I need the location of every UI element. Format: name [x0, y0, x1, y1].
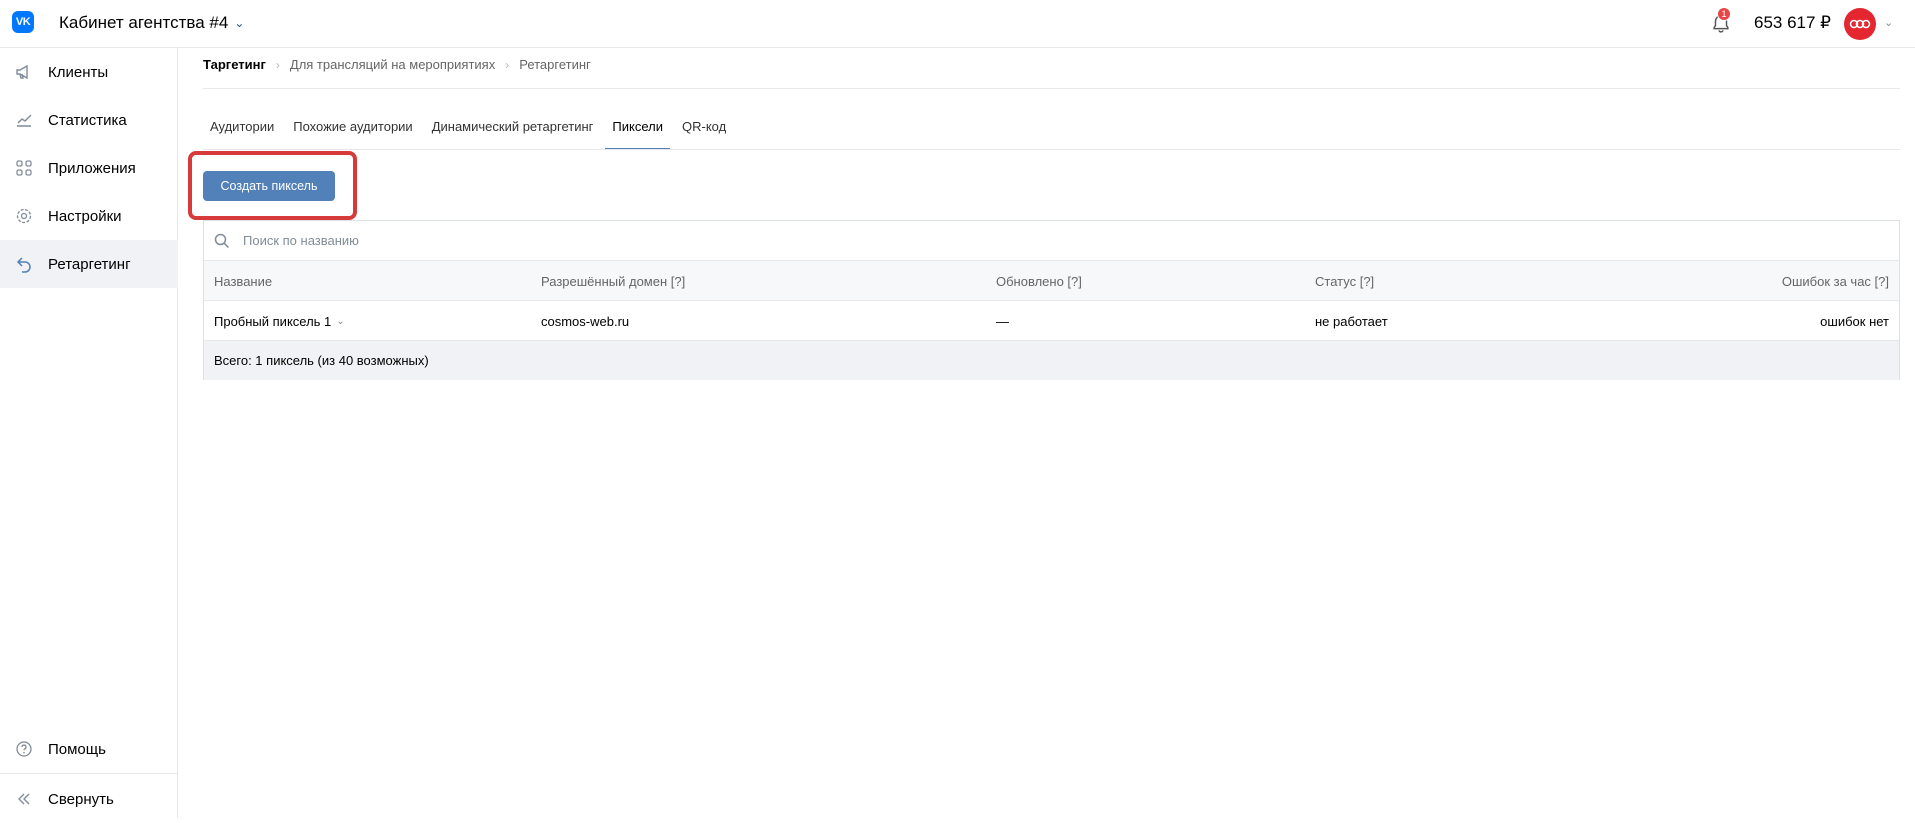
avatar-logo-icon	[1849, 19, 1871, 29]
tab-dynamic-retargeting[interactable]: Динамический ретаргетинг	[425, 115, 601, 150]
tab-qr-code[interactable]: QR-код	[675, 115, 733, 150]
pixel-updated: —	[996, 313, 1009, 329]
chart-line-icon	[14, 110, 34, 130]
double-chevron-left-icon	[14, 789, 34, 809]
help-circle-icon	[14, 739, 34, 759]
sidebar-item-label: Помощь	[48, 740, 106, 758]
sidebar-item-label: Приложения	[48, 159, 136, 177]
apps-grid-icon	[14, 158, 34, 178]
sidebar-item-label: Ретаргетинг	[48, 255, 131, 273]
tab-bar: Аудитории Похожие аудитории Динамический…	[203, 115, 738, 150]
breadcrumb: Таргетинг › Для трансляций на мероприяти…	[203, 57, 591, 72]
sidebar-collapse-button[interactable]: Свернуть	[0, 775, 178, 823]
pixels-table: Название Разрешённый домен [?] Обновлено…	[203, 220, 1900, 380]
sidebar-item-apps[interactable]: Приложения	[0, 144, 178, 192]
pixel-domain: cosmos-web.ru	[541, 313, 630, 329]
pixel-name-dropdown[interactable]: Пробный пиксель 1 ⌄	[214, 301, 345, 341]
sidebar-item-label: Статистика	[48, 111, 127, 129]
breadcrumb-item[interactable]: Ретаргетинг	[519, 57, 591, 72]
chevron-down-icon: ⌄	[336, 315, 345, 327]
tabs-divider	[203, 149, 1900, 150]
sidebar-divider	[0, 773, 178, 774]
chevron-right-icon: ›	[275, 57, 280, 72]
column-header-errors[interactable]: Ошибок за час [?]	[1782, 261, 1889, 301]
sidebar-item-retargeting[interactable]: Ретаргетинг	[0, 240, 178, 288]
create-pixel-button[interactable]: Создать пиксель	[203, 171, 335, 201]
chevron-right-icon: ›	[505, 57, 510, 72]
table-footer: Всего: 1 пиксель (из 40 возможных)	[204, 341, 1899, 380]
gear-icon	[14, 206, 34, 226]
search-icon	[214, 233, 230, 248]
pixel-name: Пробный пиксель 1	[214, 313, 332, 329]
retarget-arrow-icon	[14, 254, 34, 274]
column-header-name: Название	[214, 273, 273, 289]
cabinet-title: Кабинет агентства #4	[59, 13, 229, 32]
tab-audiences[interactable]: Аудитории	[203, 115, 281, 150]
search-input[interactable]	[243, 233, 843, 248]
megaphone-icon	[14, 62, 34, 82]
sidebar-item-help[interactable]: Помощь	[0, 725, 178, 773]
table-row[interactable]: Пробный пиксель 1 ⌄ cosmos-web.ru — не р…	[204, 301, 1899, 341]
cabinet-switcher[interactable]: Кабинет агентства #4 ⌄	[59, 13, 244, 33]
tab-lookalike[interactable]: Похожие аудитории	[286, 115, 419, 150]
sidebar-item-settings[interactable]: Настройки	[0, 192, 178, 240]
vk-logo-icon[interactable]: VK	[12, 11, 34, 33]
sidebar: Клиенты Статистика Приложения Настройки …	[0, 48, 178, 818]
sidebar-item-label: Настройки	[48, 207, 122, 225]
breadcrumb-item[interactable]: Для трансляций на мероприятиях	[290, 57, 495, 72]
search-row	[204, 221, 1899, 261]
sidebar-item-label: Свернуть	[48, 790, 114, 808]
column-header-updated[interactable]: Обновлено [?]	[996, 261, 1082, 301]
sidebar-item-clients[interactable]: Клиенты	[0, 48, 178, 96]
pixel-errors: ошибок нет	[1820, 313, 1889, 329]
sidebar-item-statistics[interactable]: Статистика	[0, 96, 178, 144]
table-header: Название Разрешённый домен [?] Обновлено…	[204, 261, 1899, 301]
tab-pixels[interactable]: Пиксели	[605, 115, 670, 150]
top-bar: VK Кабинет агентства #4 ⌄ 1 653 617 ₽ ⌄	[0, 0, 1915, 48]
pixel-status: не работает	[1315, 313, 1388, 329]
account-menu-chevron-icon[interactable]: ⌄	[1884, 16, 1893, 29]
column-header-domain[interactable]: Разрешённый домен [?]	[541, 261, 685, 301]
sidebar-item-label: Клиенты	[48, 63, 109, 81]
breadcrumb-item[interactable]: Таргетинг	[203, 57, 266, 72]
column-header-status[interactable]: Статус [?]	[1315, 261, 1374, 301]
chevron-down-icon: ⌄	[234, 16, 245, 30]
breadcrumb-divider	[203, 88, 1900, 89]
notification-badge: 1	[1717, 7, 1731, 21]
account-balance[interactable]: 653 617 ₽	[1754, 13, 1831, 33]
avatar[interactable]	[1844, 8, 1876, 40]
